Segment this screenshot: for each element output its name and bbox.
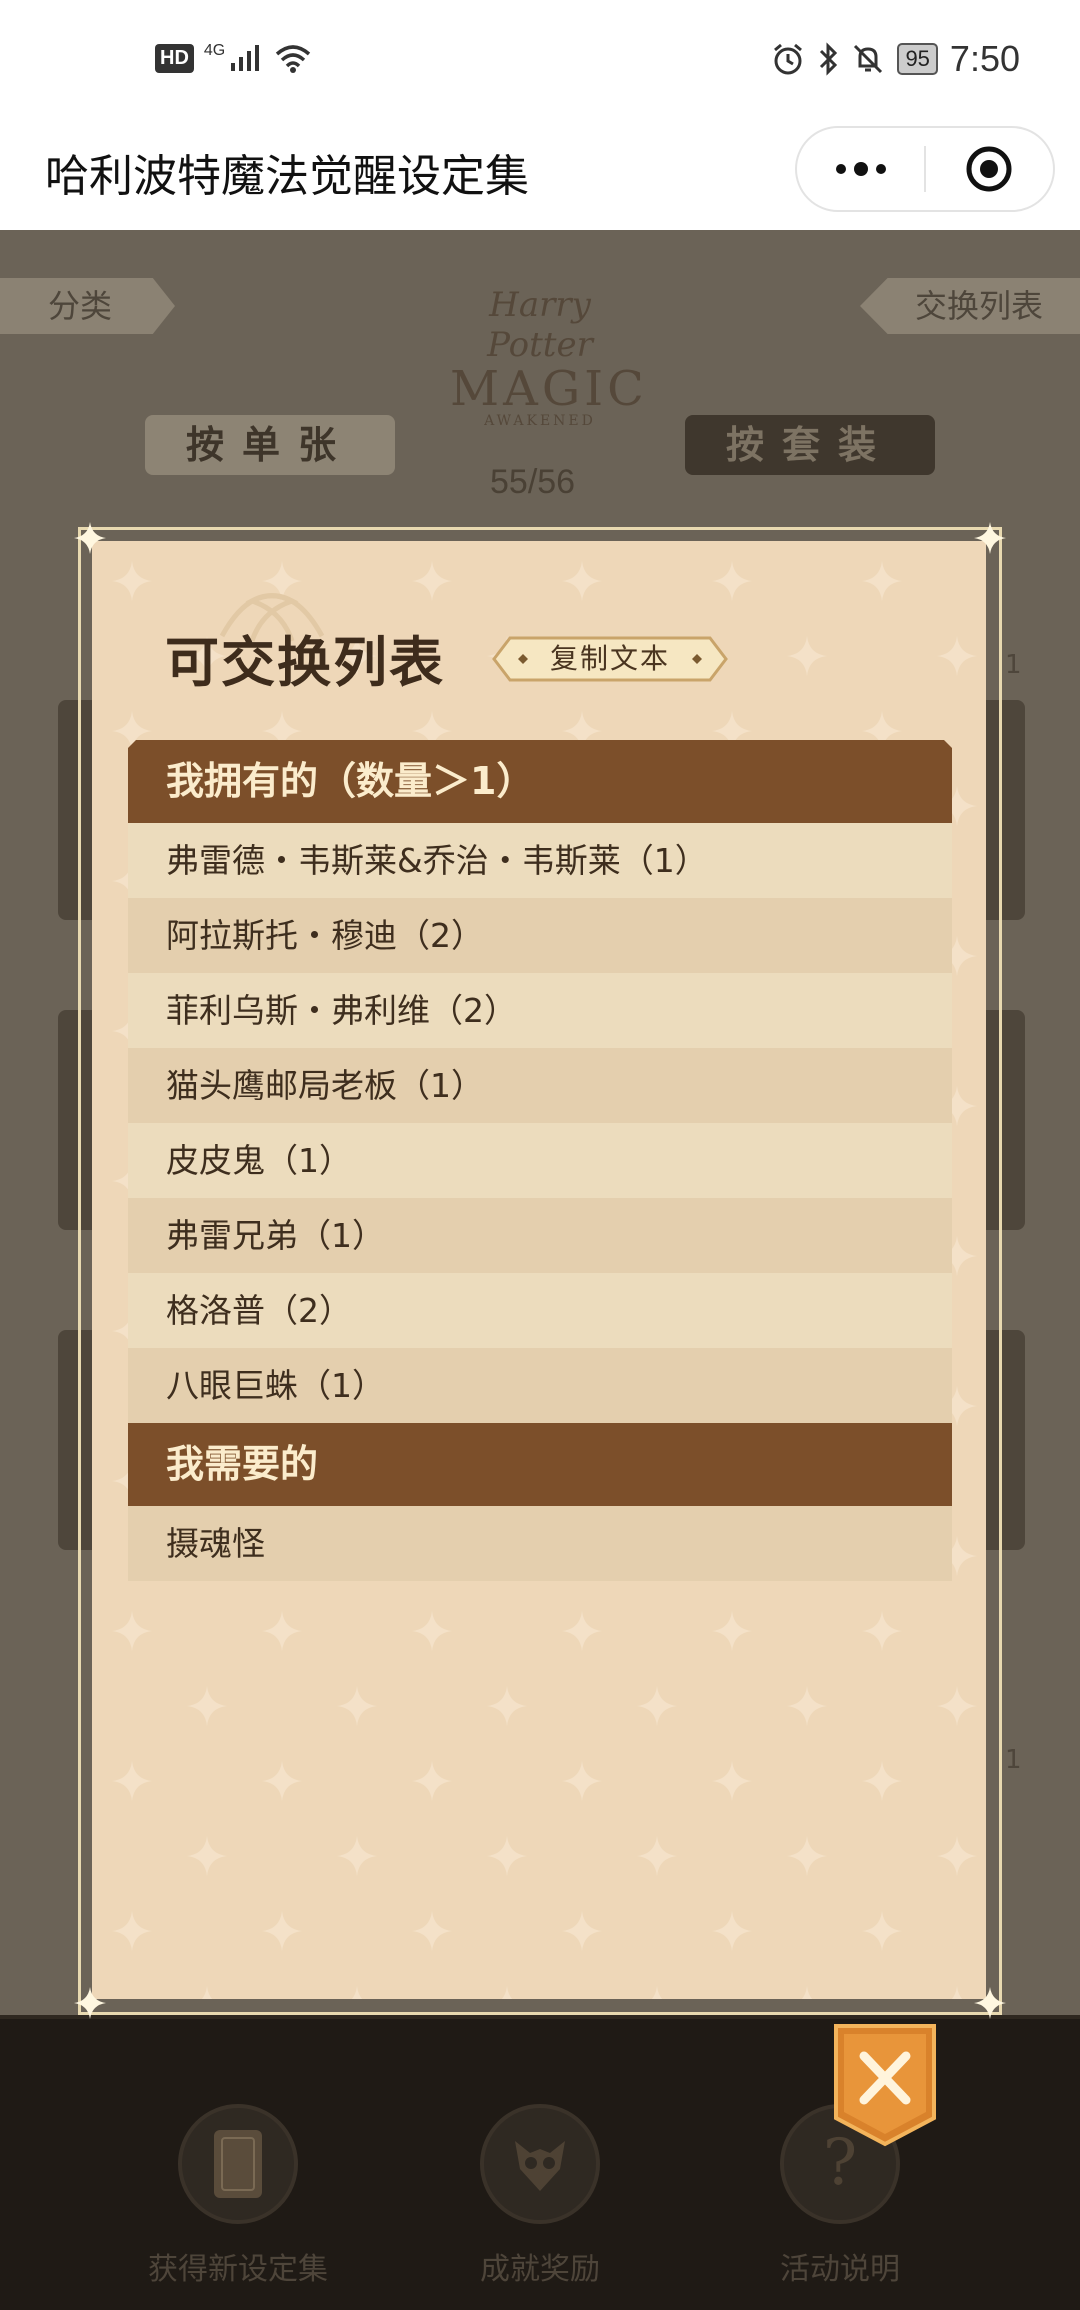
signal-icon bbox=[231, 45, 260, 71]
mute-bell-icon bbox=[854, 44, 883, 74]
by-single-button[interactable]: 按单张 bbox=[145, 415, 395, 475]
corner-sparkle-icon bbox=[974, 522, 1006, 554]
list-item: 皮皮鬼（1） bbox=[128, 1123, 952, 1198]
nav-label: 获得新设定集 bbox=[148, 2252, 328, 2287]
close-x-icon bbox=[834, 2024, 936, 2147]
copy-text-label: 复制文本 bbox=[549, 642, 670, 675]
list-item: 弗雷兄弟（1） bbox=[128, 1198, 952, 1273]
modal-title: 可交换列表 bbox=[165, 630, 445, 694]
list-item: 菲利乌斯・弗利维（2） bbox=[128, 973, 952, 1048]
bluetooth-icon bbox=[820, 42, 838, 76]
battery-indicator: 95 bbox=[897, 43, 938, 75]
owned-section-header: 我拥有的（数量＞1） bbox=[128, 740, 952, 823]
wifi-icon bbox=[276, 45, 311, 73]
network-type: 4G bbox=[203, 42, 226, 59]
needed-section-header: 我需要的 bbox=[128, 1423, 952, 1506]
mini-program-capsule bbox=[795, 126, 1055, 212]
exchange-list: 我拥有的（数量＞1） 弗雷德・韦斯莱&乔治・韦斯莱（1） 阿拉斯托・穆迪（2） … bbox=[128, 740, 952, 1581]
nav-label: 成就奖励 bbox=[480, 2252, 600, 2287]
nav-get-new-collection[interactable]: 获得新设定集 bbox=[118, 2104, 358, 2288]
copy-text-button[interactable]: 复制文本 bbox=[490, 634, 730, 684]
list-item: 弗雷德・韦斯莱&乔治・韦斯莱（1） bbox=[128, 823, 952, 898]
target-icon bbox=[966, 146, 1012, 192]
background-count: 1 bbox=[1005, 650, 1022, 680]
close-modal-button[interactable] bbox=[830, 2020, 940, 2150]
corner-sparkle-icon bbox=[74, 1987, 106, 2019]
category-tab[interactable]: 分类 bbox=[0, 278, 175, 334]
alarm-icon bbox=[774, 43, 803, 75]
nav-label: 活动说明 bbox=[780, 2252, 900, 2287]
nav-circle bbox=[178, 2104, 298, 2224]
more-dots-icon bbox=[835, 162, 886, 176]
logo-line2: MAGIC bbox=[450, 361, 648, 417]
title-bar: 哈利波特魔法觉醒设定集 bbox=[0, 110, 1080, 230]
page-title: 哈利波特魔法觉醒设定集 bbox=[45, 151, 529, 202]
owl-icon bbox=[515, 2141, 565, 2191]
by-set-button[interactable]: 按套装 bbox=[685, 415, 935, 475]
corner-sparkle-icon bbox=[974, 1987, 1006, 2019]
hd-badge: HD bbox=[155, 43, 194, 73]
collection-counter: 55/56 bbox=[490, 463, 576, 501]
list-item: 八眼巨蛛（1） bbox=[128, 1348, 952, 1423]
more-button[interactable] bbox=[797, 128, 924, 210]
nav-achievement-reward[interactable]: 成就奖励 bbox=[420, 2104, 660, 2288]
list-item: 格洛普（2） bbox=[128, 1273, 952, 1348]
status-left: HD 4G bbox=[155, 42, 313, 74]
card-icon bbox=[214, 2130, 262, 2198]
background-count: 1 bbox=[1005, 1745, 1022, 1775]
nav-circle bbox=[480, 2104, 600, 2224]
corner-sparkle-icon bbox=[74, 522, 106, 554]
logo-line1: Harry Potter bbox=[487, 285, 593, 365]
close-program-button[interactable] bbox=[926, 128, 1053, 210]
list-item: 猫头鹰邮局老板（1） bbox=[128, 1048, 952, 1123]
list-item: 摄魂怪 bbox=[128, 1506, 952, 1581]
list-item: 阿拉斯托・穆迪（2） bbox=[128, 898, 952, 973]
clock: 7:50 bbox=[949, 38, 1020, 79]
status-right: 95 7:50 bbox=[771, 38, 1020, 80]
harry-potter-logo: Harry Potter MAGIC AWAKENED bbox=[450, 285, 648, 429]
exchange-list-tab[interactable]: 交换列表 bbox=[860, 278, 1080, 334]
status-bar: HD 4G 95 7:50 bbox=[0, 0, 1080, 110]
